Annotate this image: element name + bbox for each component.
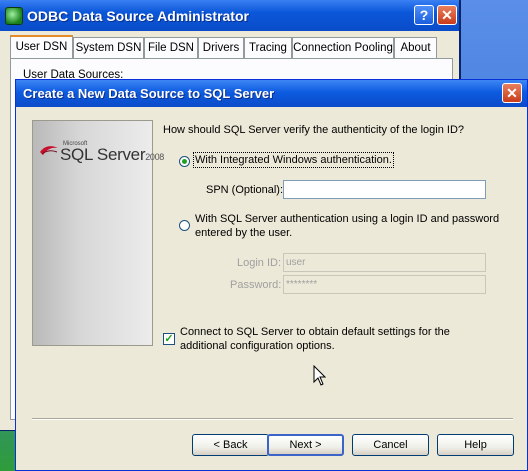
dialog-title: Create a New Data Source to SQL Server [23,86,275,101]
sql-server-logo-panel: Microsoft SQL Server2008 [32,120,164,346]
connect-default-settings-label-line2[interactable]: additional configuration options. [180,340,335,352]
help-button[interactable]: Help [437,434,514,456]
integrated-auth-radio[interactable] [179,156,190,167]
button-separator [32,418,513,420]
next-button[interactable]: Next > [267,434,344,456]
login-id-input[interactable]: user [283,253,486,272]
cancel-button[interactable]: Cancel [352,434,429,456]
spn-input[interactable] [283,180,486,199]
tab-connection-pooling[interactable]: Connection Pooling [292,37,394,58]
tab-tracing[interactable]: Tracing [244,37,292,58]
connect-default-settings-checkbox[interactable]: ✓ [163,333,175,345]
close-icon[interactable]: ✕ [502,83,522,103]
tab-drivers[interactable]: Drivers [198,37,244,58]
mouse-cursor-icon [313,365,327,386]
logo-product-name: SQL Server [60,145,146,164]
spn-label: SPN (Optional): [206,184,284,196]
sql-auth-radio[interactable] [179,220,190,231]
connect-default-settings-label-line1[interactable]: Connect to SQL Server to obtain default … [180,326,450,338]
logo-product: SQL Server2008 [60,145,164,165]
help-icon[interactable]: ? [414,5,434,25]
password-input[interactable]: ******** [283,275,486,294]
tab-user-dsn[interactable]: User DSN [10,35,73,59]
odbc-title-bar[interactable]: ODBC Data Source Administrator ? ✕ [0,0,459,31]
sql-auth-label-line2[interactable]: entered by the user. [195,227,292,239]
odbc-window-title: ODBC Data Source Administrator [27,8,249,24]
create-data-source-dialog: Create a New Data Source to SQL Server ✕… [15,79,528,471]
login-id-label: Login ID: [237,257,282,269]
tab-system-dsn[interactable]: System DSN [73,37,144,58]
sql-auth-label-line1[interactable]: With SQL Server authentication using a l… [195,213,499,225]
password-label: Password: [230,279,282,291]
tab-file-dsn[interactable]: File DSN [144,37,198,58]
integrated-auth-label[interactable]: With Integrated Windows authentication. [193,152,394,168]
odbc-app-icon [5,7,23,25]
tab-about[interactable]: About [394,37,437,58]
auth-question: How should SQL Server verify the authent… [163,124,465,136]
dialog-title-bar[interactable]: Create a New Data Source to SQL Server ✕ [16,80,527,107]
logo-year: 2008 [145,152,165,162]
close-icon[interactable]: ✕ [437,5,457,25]
back-button[interactable]: < Back [192,434,269,456]
sql-server-logo-icon [40,146,58,155]
